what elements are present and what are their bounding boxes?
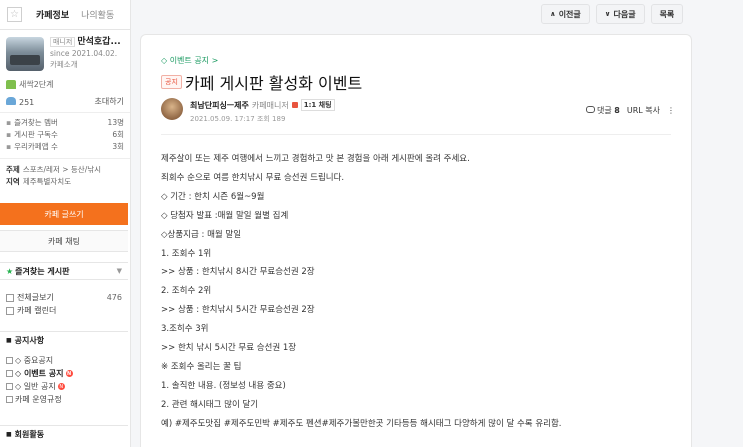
author-name[interactable]: 최남단피싱ㅡ제주: [190, 100, 249, 111]
post-navigation: ∧ 이전글 ∨ 다음글 목록: [541, 4, 684, 24]
stat-row: 즐겨찾는 멤버13명: [6, 116, 124, 128]
avatar[interactable]: [161, 98, 183, 120]
topic-value[interactable]: 스포츠/레저 > 등산/낚시: [23, 165, 101, 174]
article-card: ◇ 이벤트 공지 > 공지 카페 게시판 활성화 이벤트 최남단피싱ㅡ제주 카페…: [140, 34, 692, 447]
prev-post-button[interactable]: ∧ 이전글: [541, 4, 590, 24]
cafe-stats: 즐겨찾는 멤버13명 게시판 구독수6회 우리카페앱 수3회: [0, 112, 130, 152]
cafe-level: 새싹2단계: [0, 74, 130, 95]
sidebar-item-calendar[interactable]: 카페 캘린더: [0, 304, 128, 317]
manager-badge: 매니저: [50, 37, 76, 47]
cafe-intro-link[interactable]: 카페소개: [50, 59, 121, 70]
region-value[interactable]: 제주특별자치도: [23, 177, 71, 186]
chevron-down-icon: ∨: [604, 10, 611, 18]
body-line: ◇상품지급 : 매월 말일: [161, 229, 242, 240]
new-badge: N: [65, 370, 73, 377]
cafe-thumbnail[interactable]: [6, 37, 44, 71]
notice-badge: 공지: [161, 75, 182, 89]
favorite-boards-header[interactable]: ★ 즐겨찾는 게시판 ▼: [0, 262, 128, 280]
star-icon[interactable]: ☆: [7, 7, 22, 22]
sprout-icon: [6, 80, 16, 89]
body-line: >> 상품 : 한치낚시 5시간 무료승선권 2장: [161, 305, 315, 316]
cafe-profile: 매니저 만석호갑... since 2021.04.02. 카페소개: [0, 30, 130, 71]
body-line: ※ 조회수 올리는 꿀 팁: [161, 361, 242, 372]
body-line: 3.조히수 3위: [161, 324, 209, 335]
sidebar-item-all-posts[interactable]: 전체글보기 476: [0, 291, 128, 304]
body-line: 제주살이 또는 제주 여행에서 느끼고 경험하고 맛 본 경험을 아래 게시판에…: [161, 154, 470, 164]
stat-row: 우리카페앱 수3회: [6, 140, 124, 152]
member-count[interactable]: 251: [19, 98, 34, 107]
body-line: 1. 조회수 1위: [161, 248, 212, 259]
post-body: 제주살이 또는 제주 여행에서 느끼고 경험하고 맛 본 경험을 아래 게시판에…: [161, 150, 676, 434]
chevron-up-icon: ∧: [550, 10, 556, 18]
sidebar-tabs: ☆ 카페정보 나의활동: [0, 0, 130, 30]
body-line: 1. 솔직한 내용. (정보성 내용 중요): [161, 380, 286, 391]
board-icon: [6, 370, 13, 377]
comment-icon: [586, 106, 595, 113]
region-label: 지역: [6, 177, 20, 186]
view-count: 조회 189: [256, 115, 286, 123]
tab-cafe-info[interactable]: 카페정보: [30, 8, 75, 21]
post-tools: 댓글 8 URL 복사 ⋮: [586, 105, 675, 116]
level-label: 새싹2단계: [19, 80, 54, 89]
since-date: since 2021.04.02.: [50, 49, 118, 58]
calendar-icon: [6, 306, 14, 315]
board-icon: [6, 383, 13, 390]
manager-name[interactable]: 만석호갑...: [77, 37, 120, 47]
sidebar-item-event-notice[interactable]: ◇ 이벤트 공지 N: [0, 367, 128, 380]
body-line: >> 한치 낚시 5시간 무료 승선권 1장: [161, 343, 297, 354]
url-copy-button[interactable]: URL 복사: [627, 105, 660, 116]
cafe-chat-button[interactable]: 카페 채팅: [0, 230, 128, 252]
body-line: 예) #제주도맛집 #제주도민박 #제주도 펜션#제주가볼만한곳 기타등등 해시…: [161, 418, 562, 429]
list-button[interactable]: 목록: [650, 4, 684, 24]
more-options-icon[interactable]: ⋮: [667, 106, 675, 115]
breadcrumb[interactable]: ◇ 이벤트 공지 >: [161, 55, 218, 66]
sidebar-item-important-notice[interactable]: ◇ 중요공지: [0, 354, 128, 367]
tab-my-activity[interactable]: 나의활동: [75, 8, 120, 21]
member-count-row: 251 초대하기: [0, 95, 130, 108]
invite-link[interactable]: 초대하기: [95, 96, 124, 107]
body-line: ◇ 기간 : 한치 시즌 6월~9월: [161, 191, 265, 202]
body-line: >> 상품 : 한치낚시 8시간 무료승선권 2장: [161, 267, 315, 278]
author-line: 최남단피싱ㅡ제주 카페매니저 1:1 채팅: [190, 99, 335, 111]
sidebar-item-general-notice[interactable]: ◇ 일반 공지 N: [0, 380, 128, 393]
board-list: 전체글보기 476 카페 캘린더: [0, 291, 128, 317]
sidebar-item-rules[interactable]: 카페 운영규정: [0, 393, 128, 406]
new-badge: N: [57, 383, 65, 390]
star-filled-icon: ★: [6, 266, 14, 276]
post-date: 2021.05.09. 17:17: [190, 115, 255, 123]
notice-section-header: 공지사항: [0, 331, 128, 348]
body-line: 2. 관련 해시태그 많이 달기: [161, 399, 259, 410]
next-post-button[interactable]: ∨ 다음글: [595, 4, 645, 24]
members-icon: [6, 96, 16, 105]
body-line: ◇ 당첨자 발표 :매월 말일 월별 집계: [161, 210, 289, 221]
board-icon: [6, 357, 13, 364]
notice-board-list: ◇ 중요공지 ◇ 이벤트 공지 N ◇ 일반 공지 N 카페 운영규정: [0, 354, 128, 406]
page-title: 카페 게시판 활성화 이벤트: [185, 74, 363, 93]
manager-icon: [291, 102, 298, 108]
board-icon: [6, 293, 14, 302]
post-meta: 2021.05.09. 17:17 조회 189: [190, 114, 285, 124]
stat-row: 게시판 구독수6회: [6, 128, 124, 140]
chevron-down-icon[interactable]: ▼: [117, 267, 122, 275]
write-post-button[interactable]: 카페 글쓰기: [0, 203, 128, 225]
body-line: 죄회수 순으로 여름 한치낚시 무료 승선권 드립니다.: [161, 172, 345, 183]
comments-button[interactable]: 댓글 8: [586, 105, 620, 116]
board-icon: [6, 396, 13, 403]
author-role: 카페매니저: [251, 100, 289, 110]
divider: [161, 134, 671, 135]
body-line: 2. 조히수 2위: [161, 286, 212, 297]
member-activity-header: 회원활동: [0, 425, 128, 442]
topic-label: 주제: [6, 165, 20, 174]
cafe-category: 주제 스포츠/레저 > 등산/낚시 지역 제주특별자치도: [0, 158, 130, 193]
one-on-one-chat-button[interactable]: 1:1 채팅: [300, 99, 335, 111]
